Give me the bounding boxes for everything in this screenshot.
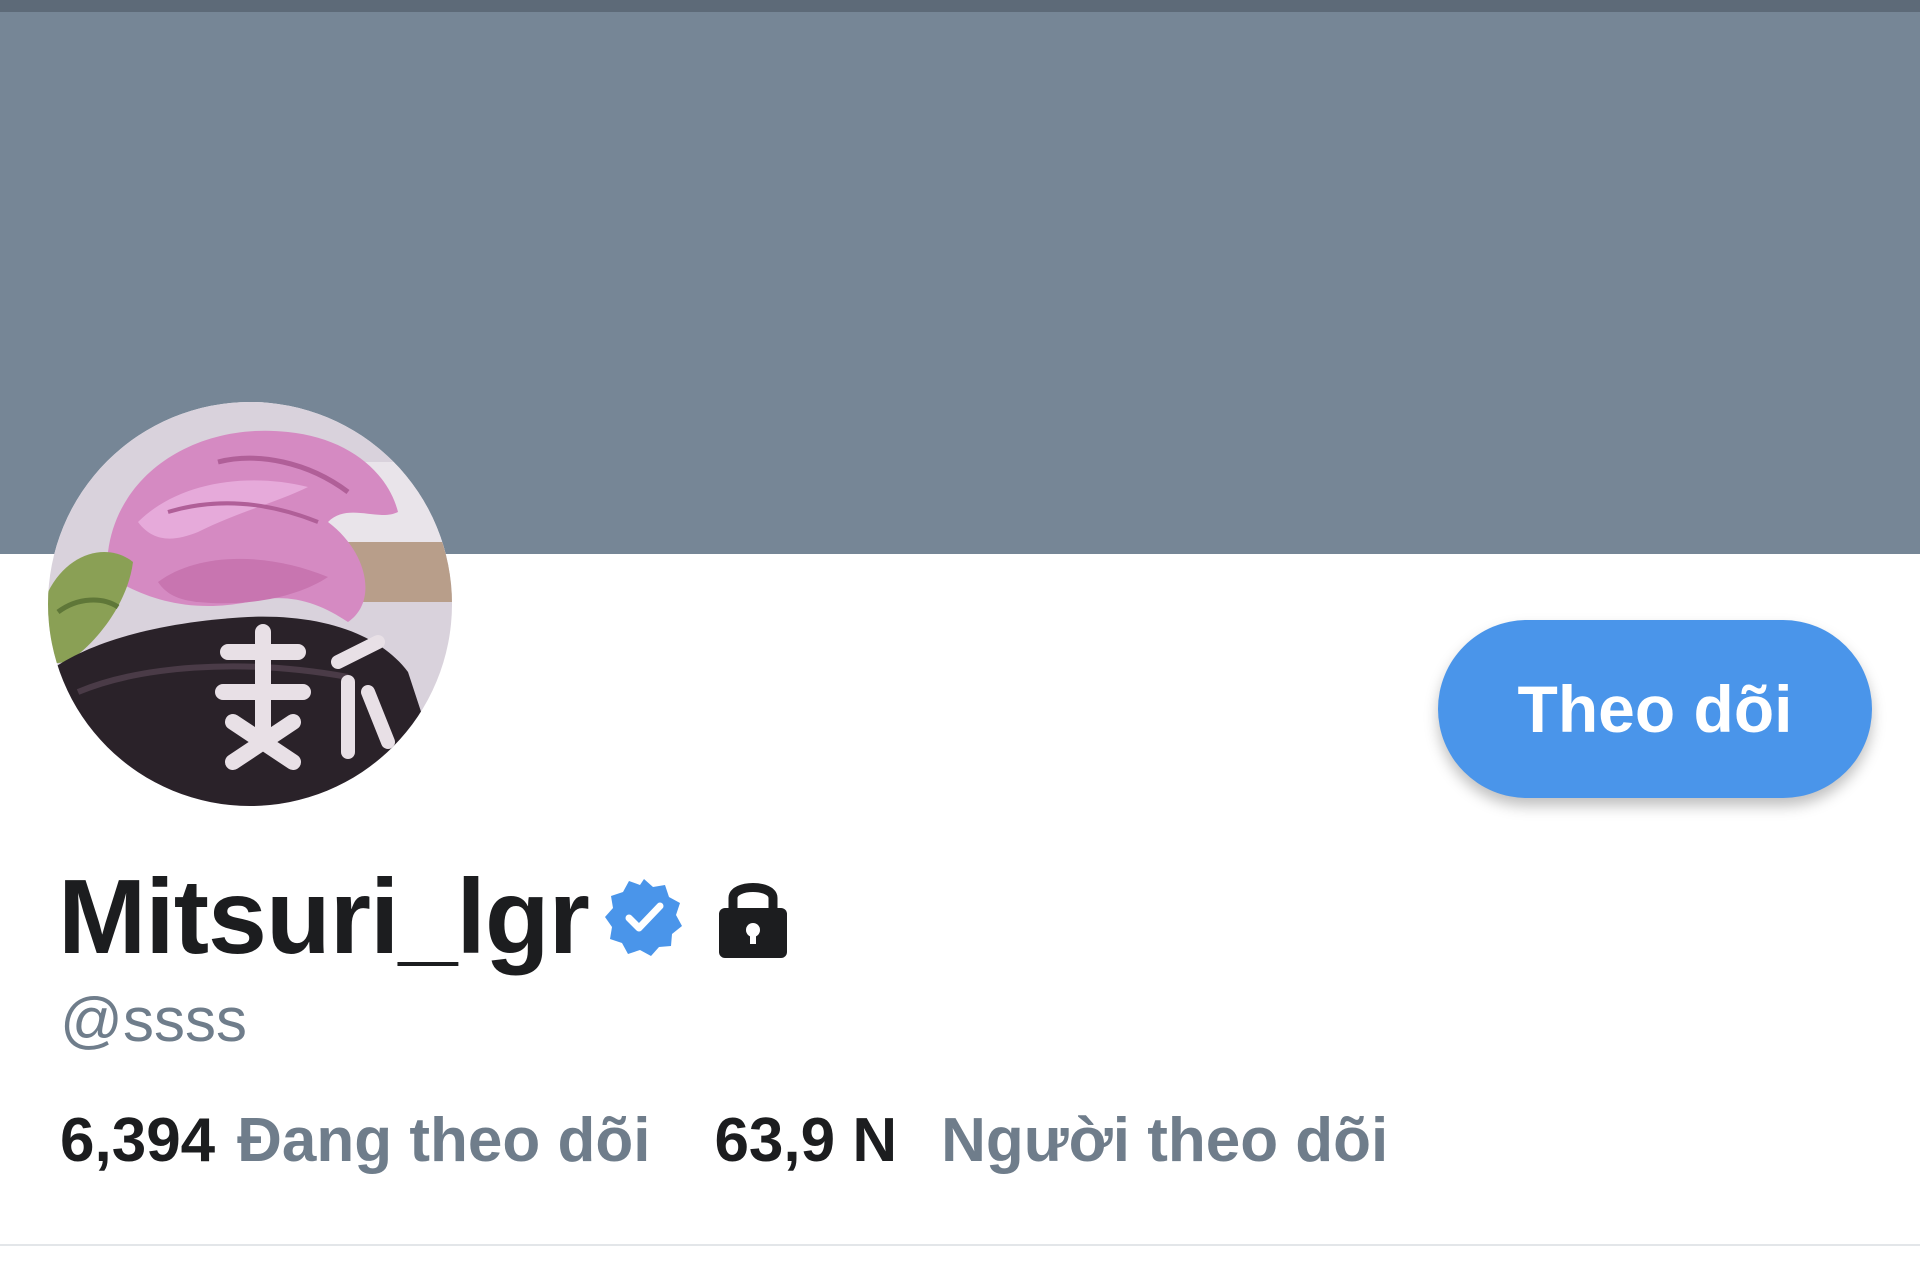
lock-svg: [718, 883, 787, 958]
lock-icon: [713, 872, 793, 962]
name-row: Mitsuri_lgr: [58, 858, 793, 976]
followers-label: Người theo dõi: [941, 1106, 1389, 1175]
verified-badge-svg: [604, 879, 682, 956]
divider: [0, 1244, 1920, 1246]
following-stat[interactable]: 6,394 Đang theo dõi: [60, 1110, 650, 1172]
avatar-image: [48, 402, 452, 806]
profile-avatar[interactable]: [48, 402, 452, 806]
following-label: Đang theo dõi: [237, 1106, 651, 1175]
profile-handle: @ssss: [60, 986, 247, 1055]
following-count: 6,394: [60, 1106, 216, 1175]
verified-badge-icon[interactable]: [603, 876, 685, 958]
follow-stats: 6,394 Đang theo dõi 63,9 N Người theo dõ…: [60, 1110, 1388, 1172]
profile-page: Theo dõi Mitsuri_lgr @ssss 6,394 Đang th…: [0, 0, 1920, 1281]
display-name: Mitsuri_lgr: [58, 858, 590, 976]
followers-count: 63,9 N: [714, 1106, 898, 1175]
status-strip: [0, 0, 1920, 12]
followers-stat[interactable]: 63,9 N Người theo dõi: [714, 1110, 1388, 1172]
follow-button[interactable]: Theo dõi: [1438, 620, 1872, 798]
